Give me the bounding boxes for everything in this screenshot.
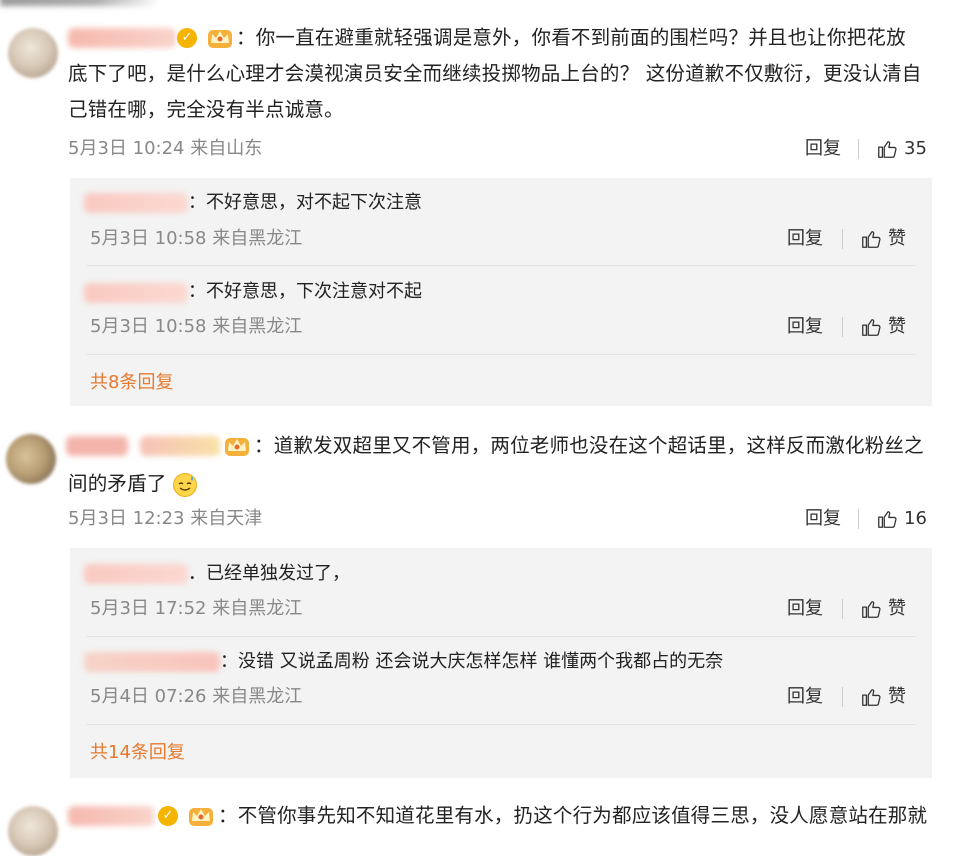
avatar[interactable] [8, 806, 58, 856]
reply-timestamp: 5月4日 07:26 来自黑龙江 [90, 686, 303, 707]
divider [842, 317, 843, 337]
thumbs-up-icon [862, 319, 881, 336]
reply-text: ：没错 又说孟周粉 还会说大庆怎样怎样 谁懂两个我都占的无奈 [220, 651, 724, 672]
like-label: 赞 [888, 598, 906, 619]
username-blurred[interactable] [84, 652, 220, 672]
reply-text: ．已经单独发过了， [188, 563, 350, 584]
comment-text: 底下了吧，是什么心理才会漠视演员安全而继续投掷物品上台的？ 这份道歉不仅敷衍，更… [68, 62, 922, 85]
crown-icon [225, 438, 249, 456]
crown-icon [189, 808, 213, 826]
verified-badge-icon: ✓ [177, 28, 197, 48]
username-blurred[interactable] [84, 564, 188, 584]
like-count: 16 [904, 508, 927, 529]
like-button[interactable]: 赞 [860, 316, 906, 338]
reply-timestamp: 5月3日 10:58 来自黑龙江 [90, 316, 303, 337]
verified-badge-icon: ✓ [158, 806, 178, 826]
comment-text: ：道歉发双超里又不管用，两位老师也没在这个超话里，这样反而激化粉丝之 [254, 434, 924, 457]
like-label: 赞 [888, 316, 906, 337]
username-blurred[interactable] [66, 436, 128, 456]
username-blurred[interactable] [68, 806, 154, 826]
reply-text: ：不好意思，下次注意对不起 [188, 281, 422, 302]
like-count: 35 [904, 138, 927, 159]
reply-timestamp: 5月3日 17:52 来自黑龙江 [90, 598, 303, 619]
sweat-smile-emoji-icon [173, 473, 197, 497]
comment-text: 间的矛盾了 [68, 472, 167, 495]
reply-button[interactable]: 回复 [805, 508, 841, 530]
view-all-replies-link[interactable]: 共14条回复 [90, 742, 185, 764]
reply-button[interactable]: 回复 [787, 316, 823, 338]
thumbs-up-icon [862, 601, 881, 618]
like-button[interactable]: 赞 [860, 686, 906, 708]
crown-icon [208, 30, 232, 48]
like-button[interactable]: 35 [876, 138, 927, 160]
reply-button[interactable]: 回复 [787, 686, 823, 708]
thumbs-up-icon [862, 231, 881, 248]
comment-timestamp: 5月3日 12:23 来自天津 [68, 508, 263, 529]
thumbs-up-icon [878, 511, 897, 528]
reply-button[interactable]: 回复 [805, 138, 841, 160]
reply-timestamp: 5月3日 10:58 来自黑龙江 [90, 228, 303, 249]
view-all-replies-link[interactable]: 共8条回复 [90, 372, 173, 394]
like-label: 赞 [888, 686, 906, 707]
reply-text: ：不好意思，对不起下次注意 [188, 192, 422, 213]
comment-timestamp: 5月3日 10:24 来自山东 [68, 138, 263, 159]
thumbs-up-icon [862, 689, 881, 706]
divider [858, 509, 859, 529]
username-blurred[interactable] [68, 28, 176, 48]
reply-button[interactable]: 回复 [787, 228, 823, 250]
reply-button[interactable]: 回复 [787, 598, 823, 620]
comment-text: ：你一直在避重就轻强调是意外，你看不到前面的围栏吗？并且也让你把花放 [236, 26, 906, 49]
like-label: 赞 [888, 228, 906, 249]
divider [842, 229, 843, 249]
reply-divider [86, 265, 916, 266]
avatar[interactable] [8, 28, 58, 78]
divider [858, 139, 859, 159]
avatar[interactable] [6, 434, 56, 484]
thumbs-up-icon [878, 141, 897, 158]
comment-text: 己错在哪，完全没有半点诚意。 [68, 98, 344, 121]
divider [842, 687, 843, 707]
username-blurred[interactable] [84, 193, 188, 213]
reply-divider [86, 724, 916, 725]
like-button[interactable]: 赞 [860, 228, 906, 250]
username-blurred[interactable] [84, 283, 188, 303]
cutoff-previous-text [0, 0, 160, 6]
like-button[interactable]: 赞 [860, 598, 906, 620]
reply-divider [86, 354, 916, 355]
username-blurred[interactable] [140, 436, 220, 456]
like-button[interactable]: 16 [876, 508, 927, 530]
reply-divider [86, 636, 916, 637]
divider [842, 599, 843, 619]
